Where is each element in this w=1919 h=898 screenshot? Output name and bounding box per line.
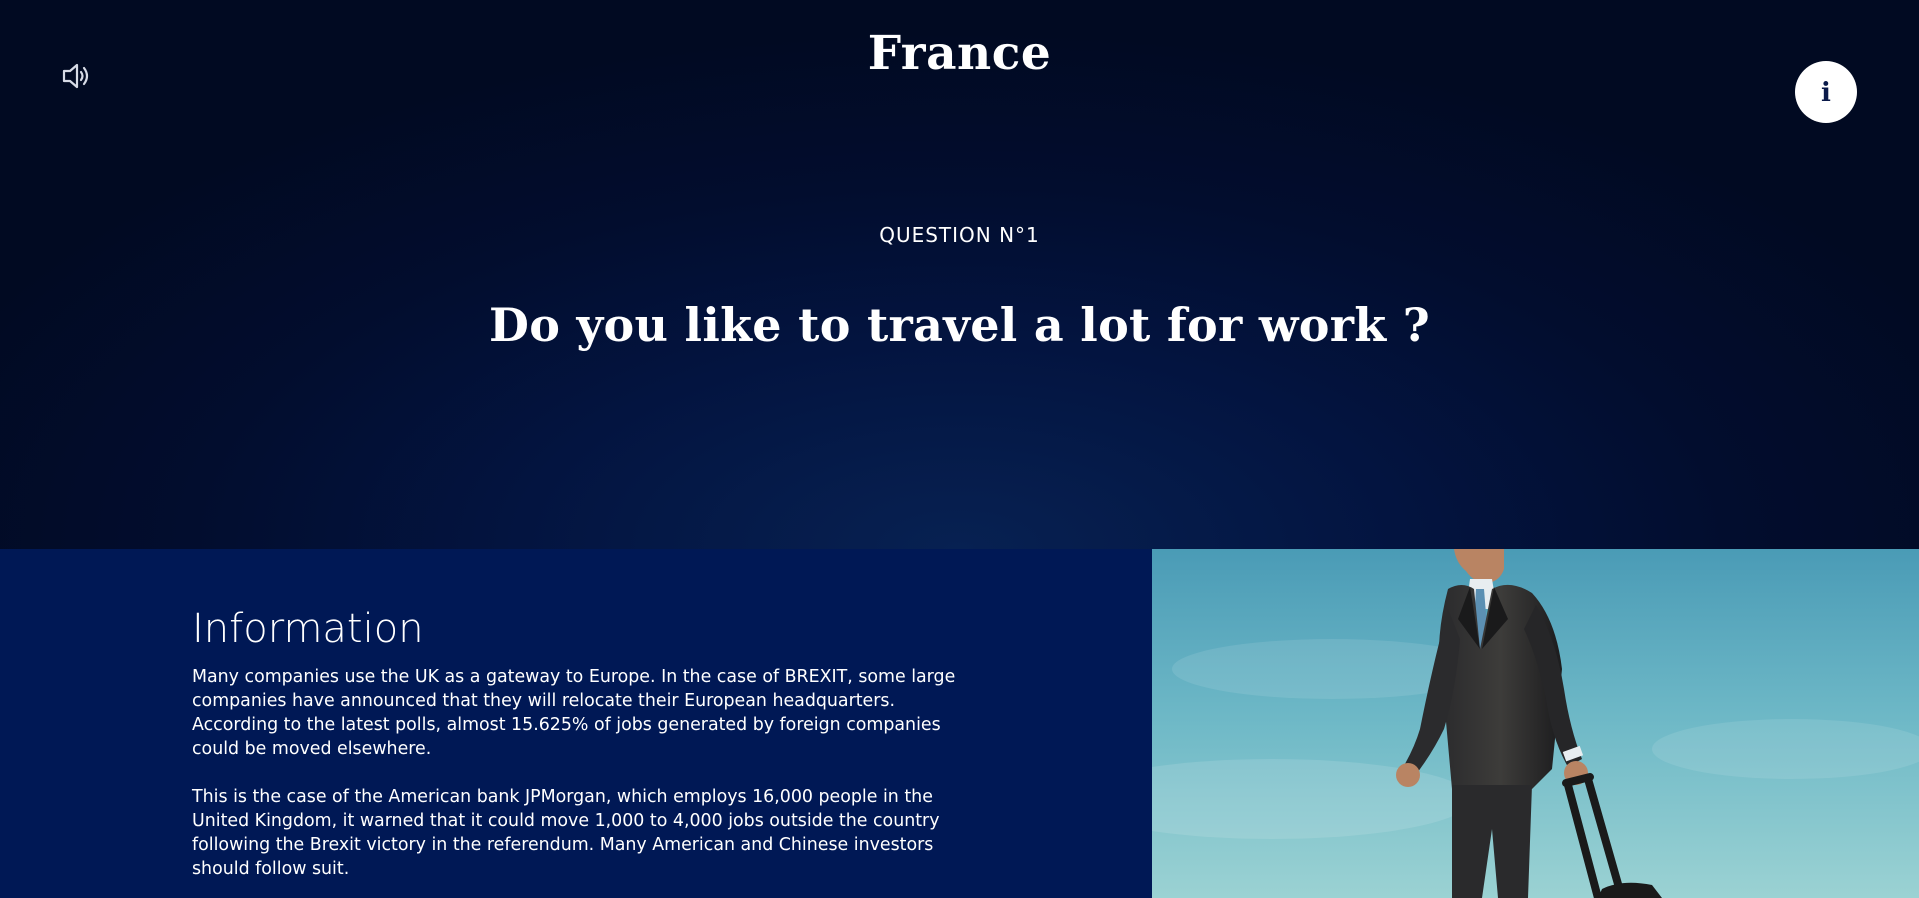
- country-title: France: [867, 26, 1052, 81]
- information-heading: Information: [192, 606, 424, 652]
- question-number: QUESTION N°1: [879, 223, 1040, 247]
- information-panel: Information Many companies use the UK as…: [0, 549, 1152, 898]
- svg-text:i: i: [1821, 78, 1831, 108]
- info-button[interactable]: i: [1795, 61, 1857, 123]
- information-paragraph: This is the case of the American bank JP…: [192, 787, 940, 879]
- question-text: Do you like to travel a lot for work ?: [489, 298, 1430, 352]
- businessman-with-suitcase-image: [1152, 549, 1919, 898]
- information-paragraph: Many companies use the UK as a gateway t…: [192, 667, 956, 759]
- info-icon: i: [1821, 78, 1831, 108]
- question-hero: France i QUESTION N°1 Do you like to tra…: [0, 0, 1919, 549]
- businessman-photo: [1152, 549, 1919, 898]
